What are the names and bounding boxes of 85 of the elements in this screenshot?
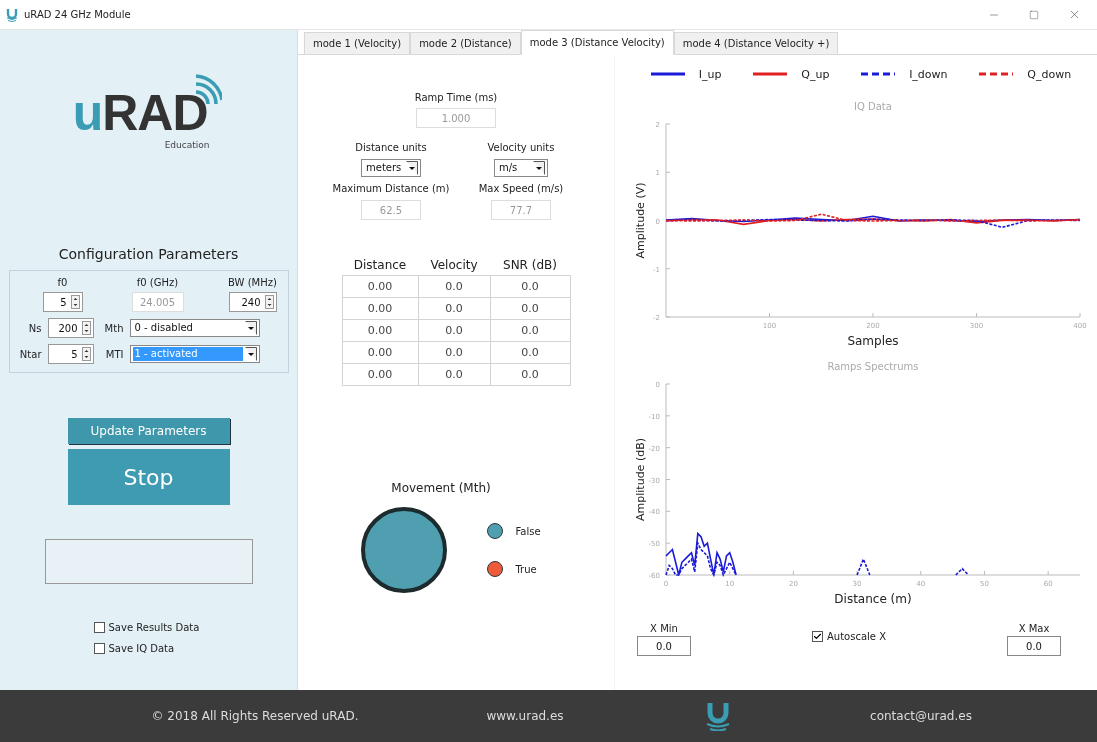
spin-box[interactable]: 5 [42, 292, 83, 312]
logo-wordmark: uRAD [72, 88, 208, 138]
window-title: uRAD 24 GHz Module [24, 9, 132, 20]
field-label: Ramp Time (ms) [414, 92, 498, 103]
stepper-icon[interactable] [264, 295, 274, 309]
field-label: BW (MHz) [228, 277, 277, 288]
table-cell: 0.00 [342, 275, 418, 298]
tab[interactable]: mode 1 (Velocity) [304, 32, 411, 54]
axis-title: Amplitude (V) [634, 182, 647, 259]
axis-title: Amplitude (dB) [634, 438, 647, 521]
stepper-icon[interactable] [70, 295, 80, 309]
field-label: f0 [57, 277, 68, 288]
checkbox-label: Save IQ Data [108, 643, 175, 654]
spin-box[interactable]: 5 [47, 344, 94, 364]
tab[interactable]: mode 3 (Distance Velocity) [520, 30, 674, 55]
table-cell: 0.00 [342, 297, 418, 320]
column-header: Distance [342, 258, 418, 276]
spin-box[interactable]: 240 [228, 292, 277, 312]
caret-icon [406, 161, 418, 175]
spin-box[interactable]: 200 [47, 318, 94, 338]
legend-label: I_up [698, 67, 722, 81]
logo-tagline: Education [164, 140, 210, 150]
stepper-icon[interactable] [81, 347, 91, 361]
legend-label: Q_up [801, 67, 830, 81]
legend-line-icon [650, 72, 685, 76]
table-cell: 0.0 [490, 275, 570, 298]
tab[interactable]: mode 4 (Distance Velocity +) [673, 32, 839, 54]
checkbox[interactable] [812, 631, 823, 642]
table-cell: 0.0 [418, 275, 490, 298]
contact-link[interactable]: contact@urad.es [841, 709, 1001, 723]
field-label: f0 (GHz) [136, 277, 179, 288]
caret-icon [533, 161, 545, 175]
website-link[interactable]: www.urad.es [485, 709, 565, 723]
column-header: Velocity [418, 258, 490, 276]
legend-line-icon [861, 72, 896, 76]
section-title: Movement (Mth) [391, 481, 491, 495]
field-label: Ns [27, 322, 42, 334]
field-label: Ntar [18, 348, 42, 360]
table-cell: 0.0 [418, 297, 490, 320]
section-title: Configuration Parameters [58, 246, 239, 262]
stepper-icon[interactable] [81, 321, 91, 335]
legend-line-icon [753, 72, 788, 76]
field-label: Maximum Distance (m) [332, 183, 450, 194]
tab[interactable]: mode 2 (Distance) [410, 32, 521, 54]
table-cell: 0.0 [490, 363, 570, 386]
table-cell: 0.0 [490, 341, 570, 364]
field-label: Distance units [355, 142, 427, 153]
dropdown[interactable]: meters [361, 159, 421, 177]
field-label: X Max [1018, 623, 1050, 634]
app-icon [6, 7, 18, 22]
caret-icon [244, 321, 257, 335]
chart-title: IQ Data [854, 101, 892, 112]
input-field[interactable]: 0.0 [1007, 636, 1061, 656]
checkbox-label: Save Results Data [108, 622, 200, 633]
field-label: X Min [650, 623, 678, 634]
led-label: False [515, 525, 541, 537]
table-cell: 0.0 [418, 319, 490, 342]
table-cell: 0.0 [418, 363, 490, 386]
legend-line-icon [979, 72, 1014, 76]
table-cell: 0.00 [342, 341, 418, 364]
legend-label: I_down [909, 67, 948, 81]
axis-title: Samples [847, 334, 899, 348]
checkbox-label: Autoscale X [827, 631, 886, 642]
field-label: Mth [103, 322, 124, 334]
up-ramp-spectrum-line [665, 531, 737, 576]
table-cell: 0.0 [490, 319, 570, 342]
field-label: Velocity units [487, 142, 555, 153]
dropdown[interactable]: m/s [494, 159, 548, 177]
column-header: SNR (dB) [490, 258, 570, 276]
chart-title: Ramps Spectrums [827, 361, 919, 372]
checkbox[interactable] [93, 643, 105, 654]
legend-label: Q_down [1027, 67, 1072, 81]
input-field[interactable]: 0.0 [637, 636, 691, 656]
table-cell: 0.00 [342, 363, 418, 386]
field-label: Max Speed (m/s) [478, 183, 564, 194]
table-cell: 0.0 [418, 341, 490, 364]
field-label: MTI [104, 348, 124, 360]
axis-title: Distance (m) [834, 592, 912, 606]
dropdown[interactable]: 0 - disabled [129, 319, 260, 337]
checkbox[interactable] [93, 622, 105, 633]
table-cell: 0.00 [342, 319, 418, 342]
table-cell: 0.0 [490, 297, 570, 320]
led-label: True [515, 563, 537, 575]
caret-icon [244, 347, 257, 361]
logo-icon [705, 701, 731, 731]
